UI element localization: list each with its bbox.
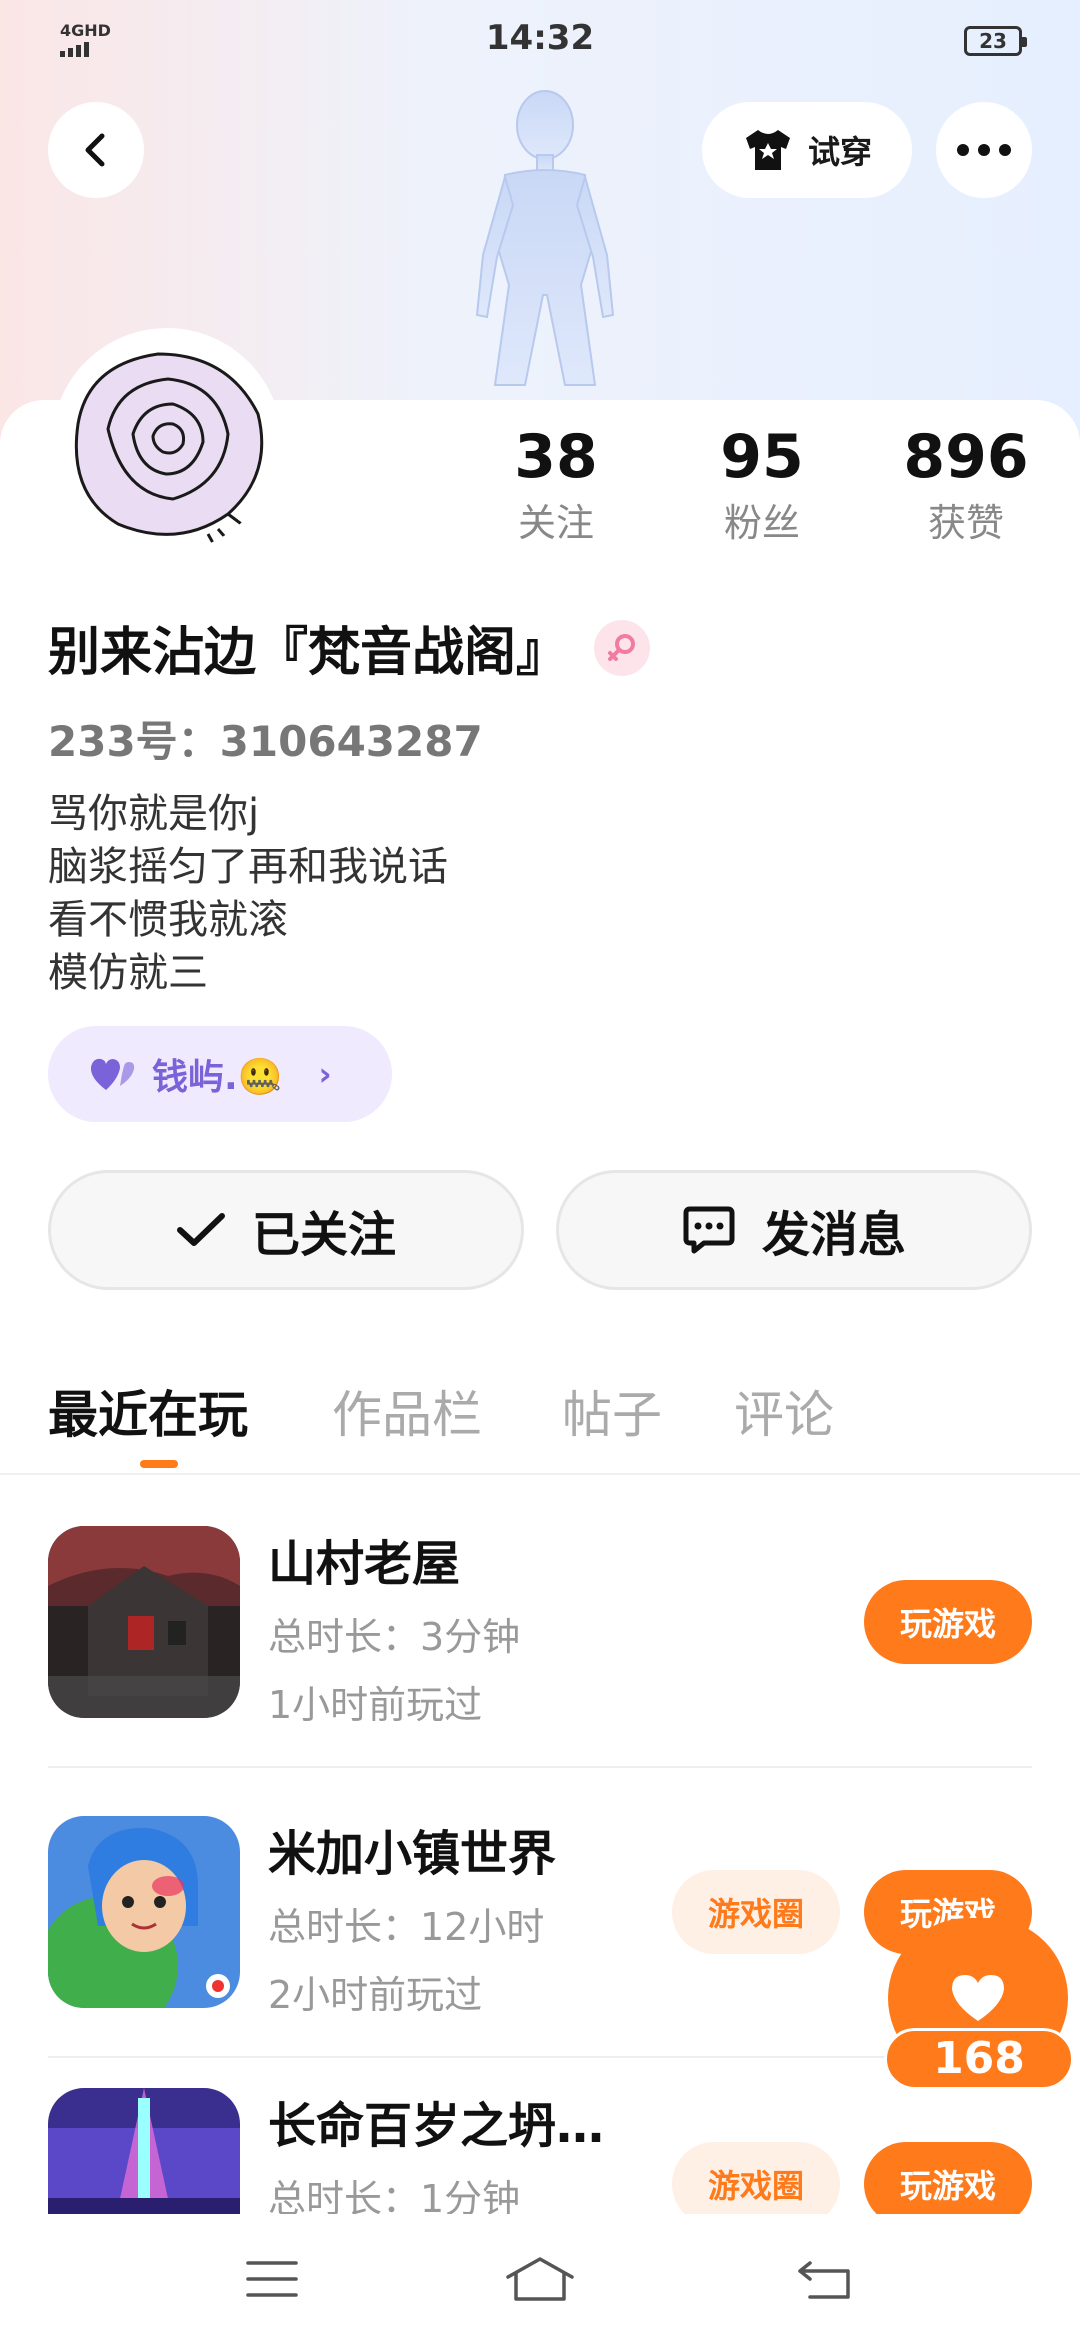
play-duration: 总时长：3分钟 <box>268 1615 521 1659</box>
play-game-button[interactable]: 玩游戏 <box>864 1580 1032 1664</box>
battery-icon: 23 <box>964 26 1027 56</box>
menu-nav-button[interactable] <box>242 2254 302 2304</box>
divider <box>48 1766 1032 1768</box>
try-on-button[interactable]: 试穿 <box>702 102 912 198</box>
chevron-left-icon <box>85 133 105 167</box>
stat-value: 38 <box>514 422 598 492</box>
try-on-label: 试穿 <box>807 133 872 171</box>
stat-label: 获赞 <box>927 501 1004 545</box>
following-button[interactable]: 已关注 <box>48 1170 524 1290</box>
partner-chip[interactable]: 钱屿.🤐 › <box>48 1026 392 1122</box>
play-duration: 总时长：12小时 <box>268 1905 545 1949</box>
game-list-item[interactable]: 山村老屋 总时长：3分钟 1小时前玩过 玩游戏 <box>48 1526 1032 1776</box>
stat-likes[interactable]: 896 获赞 <box>876 418 1056 550</box>
more-button[interactable] <box>936 102 1032 198</box>
game-icon <box>48 1816 240 2008</box>
partner-name: 钱屿.🤐 <box>152 1057 283 1098</box>
heart-icon <box>952 1975 1004 2021</box>
game-circle-button[interactable]: 游戏圈 <box>672 2142 840 2218</box>
active-tab-indicator <box>140 1460 178 1468</box>
profile-stats: 38 关注 95 粉丝 896 获赞 <box>0 418 1080 568</box>
return-icon <box>798 2261 850 2299</box>
bio-line: 模仿就三 <box>48 950 208 996</box>
menu-icon <box>246 2261 298 2297</box>
send-message-label: 发消息 <box>761 1207 906 1263</box>
game-title: 长命百岁之坍… <box>268 2098 605 2154</box>
status-bar: 4GHD 14:32 23 <box>0 0 1080 80</box>
game-title: 山村老屋 <box>268 1536 461 1592</box>
send-message-button[interactable]: 发消息 <box>556 1170 1032 1290</box>
stat-following[interactable]: 38 关注 <box>466 418 646 550</box>
game-title: 米加小镇世界 <box>268 1826 557 1882</box>
home-nav-button[interactable] <box>504 2254 576 2304</box>
nickname-row: 别来沾边『梵音战阁』 <box>48 610 651 685</box>
user-id: 233号：310643287 <box>48 717 483 766</box>
chevron-right-icon: › <box>318 1055 332 1093</box>
back-button[interactable] <box>48 102 144 198</box>
stat-label: 关注 <box>517 501 594 545</box>
game-icon <box>48 2088 240 2218</box>
like-button[interactable]: 168 <box>884 1918 1074 2100</box>
game-list-item[interactable]: 长命百岁之坍… 总时长：1分钟 游戏圈 玩游戏 <box>48 2088 1032 2218</box>
tab-posts[interactable]: 帖子 <box>562 1375 662 1447</box>
profile-tabs: 最近在玩 作品栏 帖子 评论 <box>0 1365 1080 1475</box>
stat-label: 粉丝 <box>723 501 800 545</box>
stat-followers[interactable]: 95 粉丝 <box>672 418 852 550</box>
tab-recently-played[interactable]: 最近在玩 <box>48 1375 248 1447</box>
female-gender-icon <box>594 619 651 676</box>
avatar-figure-image <box>475 90 615 386</box>
bio: 骂你就是你j 脑浆摇匀了再和我说话 看不惯我就滚 模仿就三 <box>48 788 448 1000</box>
tshirt-icon <box>745 130 790 170</box>
bio-line: 骂你就是你j <box>48 791 260 837</box>
play-game-button[interactable]: 玩游戏 <box>864 2142 1032 2218</box>
like-count: 168 <box>884 2028 1074 2090</box>
home-icon <box>506 2257 574 2301</box>
last-played: 1小时前玩过 <box>268 1683 483 1727</box>
clock: 14:32 <box>485 18 595 58</box>
last-played: 2小时前玩过 <box>268 1973 483 2017</box>
tab-works[interactable]: 作品栏 <box>332 1375 482 1447</box>
following-label: 已关注 <box>251 1207 396 1263</box>
double-heart-icon <box>90 1058 135 1090</box>
more-dots-icon <box>957 144 1011 156</box>
stat-value: 95 <box>720 422 804 492</box>
play-duration: 总时长：1分钟 <box>268 2177 521 2218</box>
check-icon <box>176 1213 225 1246</box>
stat-value: 896 <box>903 422 1029 492</box>
system-navigation-bar <box>0 2214 1080 2340</box>
game-circle-button[interactable]: 游戏圈 <box>672 1870 840 1954</box>
tab-comments[interactable]: 评论 <box>734 1375 834 1447</box>
chat-bubble-icon <box>683 1206 735 1254</box>
nickname: 别来沾边『梵音战阁』 <box>48 623 569 683</box>
bio-line: 脑浆摇匀了再和我说话 <box>48 844 448 890</box>
game-icon <box>48 1526 240 1718</box>
back-nav-button[interactable] <box>794 2254 854 2304</box>
bio-line: 看不惯我就滚 <box>48 897 288 943</box>
